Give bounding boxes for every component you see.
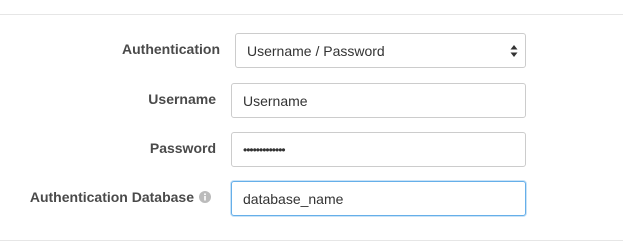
auth-database-input[interactable]: database_name	[231, 181, 526, 216]
authentication-select[interactable]: Username / Password	[235, 33, 526, 68]
info-icon[interactable]	[199, 191, 211, 203]
username-input[interactable]: Username	[231, 83, 526, 118]
auth-database-label: Authentication Database	[29, 189, 194, 205]
password-input[interactable]: •••••••••••••	[231, 132, 526, 167]
username-label: Username	[148, 91, 216, 107]
username-value: Username	[243, 92, 308, 109]
top-divider	[0, 14, 623, 15]
password-label: Password	[149, 140, 216, 156]
select-arrows-icon	[509, 43, 519, 59]
bottom-divider	[0, 240, 623, 241]
authentication-selected-value: Username / Password	[247, 42, 385, 59]
auth-database-value: database_name	[243, 190, 344, 207]
connection-form: Authentication Username / Password Usern…	[0, 0, 623, 245]
authentication-label: Authentication	[122, 41, 220, 57]
password-value: •••••••••••••	[243, 142, 286, 157]
